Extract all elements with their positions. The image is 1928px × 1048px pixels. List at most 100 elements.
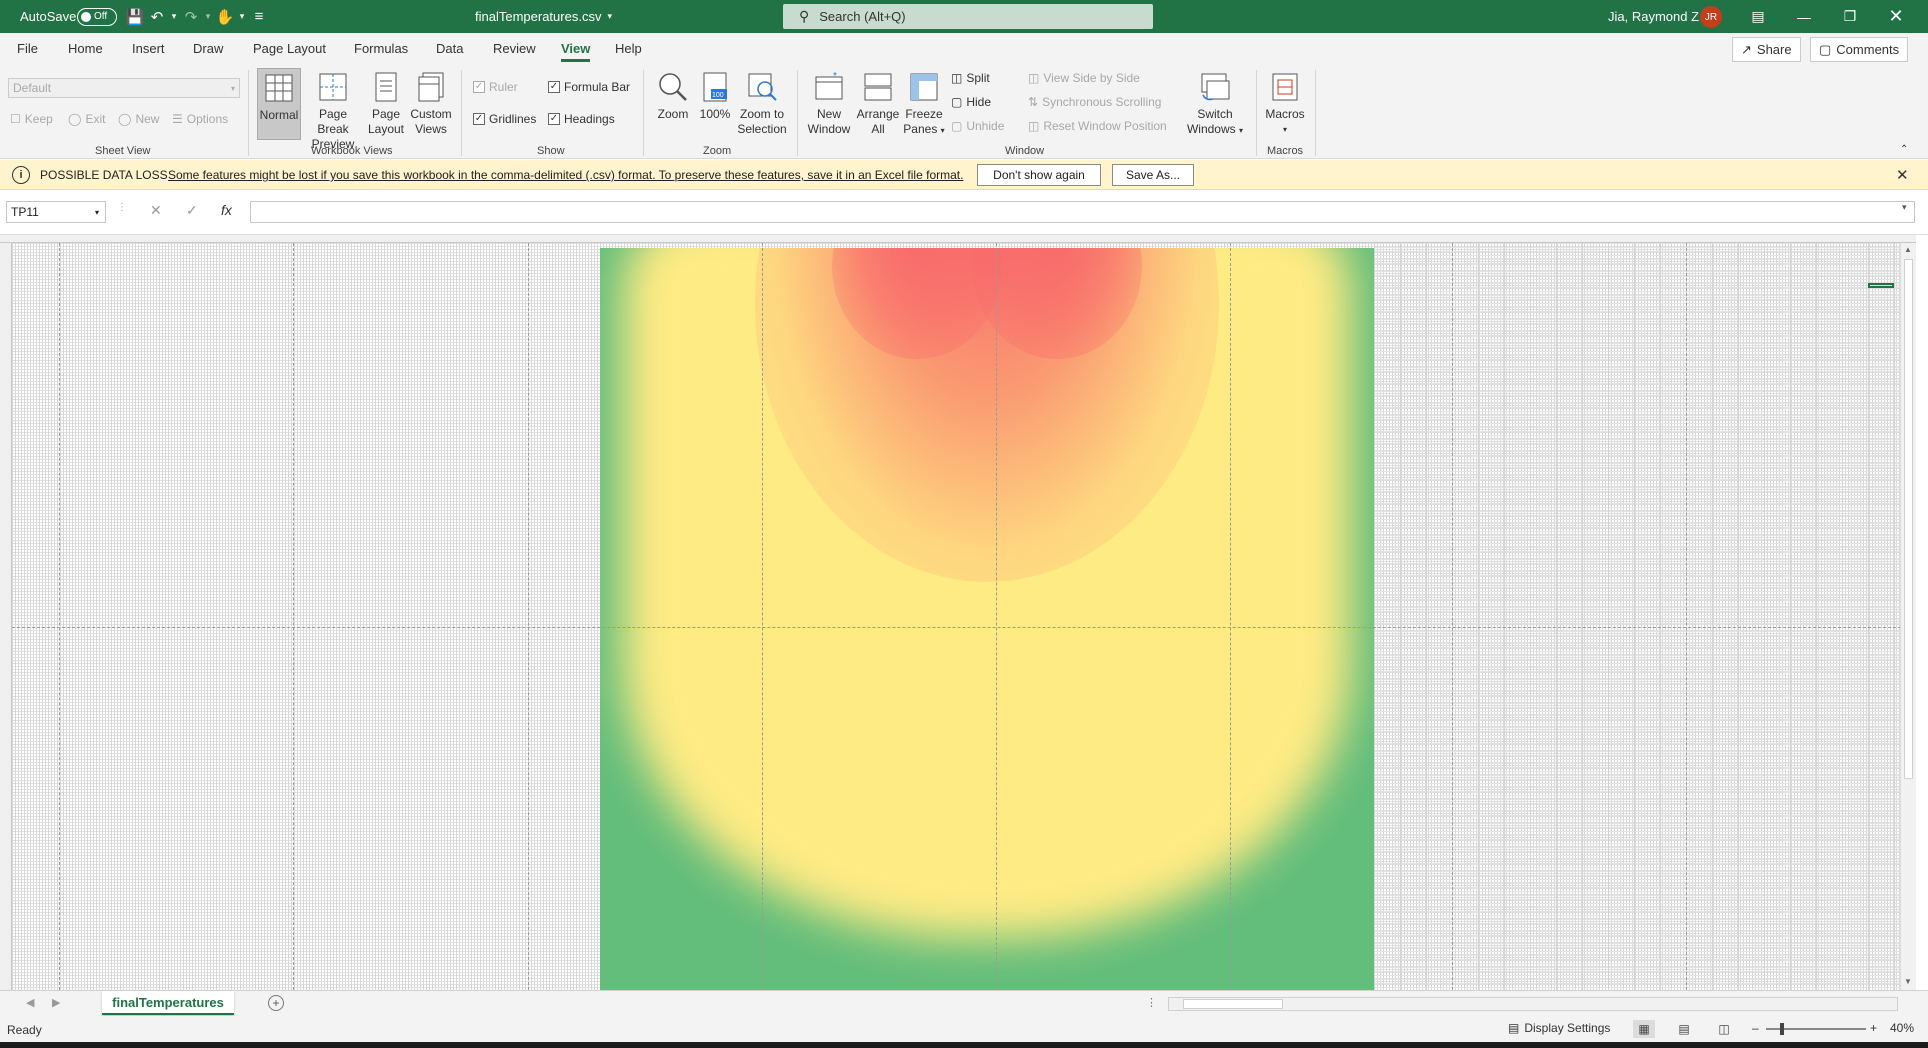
comments-button[interactable]: ▢ Comments [1810, 37, 1909, 62]
vertical-scrollbar[interactable]: ▲ ▼ [1900, 243, 1916, 990]
horizontal-scrollbar[interactable] [1168, 997, 1898, 1011]
formula-input[interactable] [250, 201, 1915, 223]
tab-insert[interactable]: Insert [132, 41, 165, 56]
arrange-all-button[interactable]: Arrange All [856, 71, 900, 137]
user-name[interactable]: Jia, Raymond Z [1608, 0, 1699, 33]
tab-page-layout[interactable]: Page Layout [253, 41, 326, 56]
tab-data[interactable]: Data [436, 41, 463, 56]
worksheet-grid[interactable]: ▲ ▼ [0, 235, 1916, 990]
search-input[interactable]: ⚲ Search (Alt+Q) [783, 4, 1153, 29]
redo-icon[interactable]: ↷ [180, 0, 202, 33]
split-button[interactable]: ◫ Split [951, 71, 990, 85]
hide-button[interactable]: ▢ Hide [951, 95, 991, 109]
next-sheet-icon[interactable]: ▶ [52, 996, 60, 1009]
heatmap-color-scale[interactable] [600, 248, 1374, 990]
options-label: Options [186, 112, 229, 126]
customize-qat-icon[interactable]: ≡ [248, 0, 270, 33]
name-box[interactable]: TP11 ▾ [6, 201, 106, 223]
options-button[interactable]: ☰ Options [172, 112, 228, 126]
scroll-up-icon[interactable]: ▲ [1904, 245, 1912, 254]
custom-views-button[interactable]: Custom Views [409, 71, 453, 137]
gridlines-checkbox[interactable]: ✓ Gridlines [473, 112, 536, 126]
sync-scroll-label: Synchronous Scrolling [1042, 95, 1162, 109]
touch-mode-icon[interactable]: ✋ [214, 0, 236, 33]
view-side-by-side-button[interactable]: ◫ View Side by Side [1028, 71, 1140, 85]
svg-text:*: * [833, 71, 837, 82]
page-break-preview-button[interactable]: Page Break Preview [304, 71, 362, 152]
close-icon[interactable]: ✕ [1873, 0, 1919, 33]
undo-dropdown-icon[interactable]: ▾ [168, 0, 180, 33]
reset-window-position-button[interactable]: ◫ Reset Window Position [1028, 119, 1167, 133]
sheet-view-select[interactable]: Default ▾ [8, 78, 240, 98]
tab-home[interactable]: Home [68, 41, 103, 56]
status-bar: Ready ▤ Display Settings ▦ ▤ ◫ – + 40% [0, 1016, 1928, 1042]
minimize-icon[interactable]: — [1781, 0, 1827, 33]
message-text[interactable]: Some features might be lost if you save … [168, 168, 963, 182]
save-as-button[interactable]: Save As... [1112, 164, 1194, 186]
new-window-button[interactable]: * New Window [805, 71, 853, 137]
tab-help[interactable]: Help [615, 41, 642, 56]
exit-button[interactable]: ◯ Exit [68, 112, 105, 126]
zoom-to-selection-button[interactable]: Zoom to Selection [736, 71, 788, 137]
tab-review[interactable]: Review [493, 41, 536, 56]
zoom-in-icon[interactable]: + [1870, 1021, 1877, 1035]
tab-formulas[interactable]: Formulas [354, 41, 408, 56]
synchronous-scrolling-button[interactable]: ⇅ Synchronous Scrolling [1028, 95, 1161, 109]
tab-view[interactable]: View [561, 41, 591, 62]
normal-view-button[interactable]: Normal [257, 68, 301, 140]
ruler-checkbox[interactable]: ✓ Ruler [473, 80, 518, 94]
keep-button[interactable]: ☐ Keep [10, 112, 53, 126]
display-settings-button[interactable]: ▤ Display Settings [1508, 1021, 1610, 1035]
switch-windows-button[interactable]: Switch Windows ▾ [1180, 71, 1250, 138]
undo-icon[interactable]: ↶ [146, 0, 168, 33]
collapse-ribbon-icon[interactable]: ⌃ [1900, 144, 1908, 155]
split-icon: ◫ [951, 71, 963, 85]
macros-button[interactable]: Macros ▾ [1262, 71, 1308, 137]
cell-grid-right[interactable] [1374, 243, 1904, 990]
zoom-out-icon[interactable]: – [1752, 1021, 1759, 1035]
freeze-panes-button[interactable]: Freeze Panes ▾ [903, 71, 945, 138]
avatar[interactable]: JR [1700, 6, 1722, 28]
dont-show-again-button[interactable]: Don't show again [977, 164, 1101, 186]
tab-draw[interactable]: Draw [193, 41, 223, 56]
previous-sheet-icon[interactable]: ◀ [26, 996, 34, 1009]
cancel-icon[interactable]: ✕ [150, 202, 162, 219]
normal-view-status-icon[interactable]: ▦ [1633, 1020, 1655, 1038]
touch-dropdown-icon[interactable]: ▾ [236, 0, 248, 33]
formula-bar-checkbox[interactable]: ✓ Formula Bar [548, 80, 630, 94]
save-icon[interactable]: 💾 [124, 0, 146, 33]
headings-checkbox[interactable]: ✓ Headings [548, 112, 615, 126]
new-sheet-view-button[interactable]: ◯ New [118, 112, 159, 126]
autosave-toggle[interactable]: Off [77, 0, 117, 33]
sheet-tab[interactable]: finalTemperatures [102, 991, 234, 1015]
zoom-level[interactable]: 40% [1890, 1021, 1914, 1035]
row-headers[interactable] [0, 243, 12, 990]
document-title[interactable]: finalTemperatures.csv ▾ [475, 0, 612, 33]
page-layout-view-button[interactable]: Page Layout [366, 71, 406, 137]
horizontal-scroll-thumb[interactable] [1183, 999, 1283, 1009]
unhide-button[interactable]: ▢ Unhide [951, 119, 1004, 133]
column-headers[interactable] [0, 235, 1916, 243]
scroll-down-icon[interactable]: ▼ [1904, 977, 1912, 986]
add-sheet-icon[interactable]: + [268, 995, 284, 1011]
expand-formula-bar-icon[interactable]: ▾ [1902, 202, 1907, 213]
page-break-status-icon[interactable]: ◫ [1713, 1020, 1735, 1038]
comments-label: Comments [1836, 42, 1900, 57]
insert-function-icon[interactable]: fx [221, 202, 232, 218]
zoom-slider[interactable] [1766, 1023, 1866, 1035]
redo-dropdown-icon[interactable]: ▾ [202, 0, 214, 33]
side-by-side-icon: ◫ [1028, 71, 1040, 85]
zoom-button[interactable]: Zoom [652, 71, 694, 122]
share-button[interactable]: ↗ Share [1732, 37, 1801, 62]
restore-icon[interactable]: ❐ [1827, 0, 1873, 33]
zoom-slider-knob[interactable] [1780, 1023, 1784, 1035]
page-layout-status-icon[interactable]: ▤ [1673, 1020, 1695, 1038]
tab-file[interactable]: File [17, 41, 38, 56]
close-icon[interactable]: ✕ [1896, 166, 1909, 184]
zoom-100-button[interactable]: 100 100% [697, 71, 733, 122]
vertical-scroll-thumb[interactable] [1904, 259, 1913, 779]
active-cell[interactable] [1868, 283, 1894, 288]
ribbon-display-options-icon[interactable]: ▤ [1735, 0, 1781, 33]
page-break-line [996, 243, 997, 990]
enter-icon[interactable]: ✓ [186, 202, 198, 219]
